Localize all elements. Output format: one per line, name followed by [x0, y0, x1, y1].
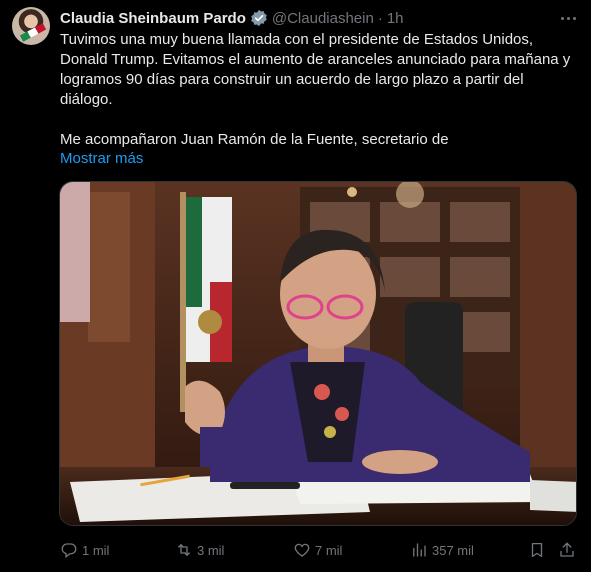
retweet-count: 3 mil	[197, 542, 225, 558]
more-options-button[interactable]	[557, 8, 579, 28]
share-icon	[560, 542, 574, 557]
like-button[interactable]: 7 mil	[293, 536, 342, 564]
heart-icon	[294, 543, 310, 557]
avatar[interactable]	[12, 7, 50, 45]
views-icon	[413, 543, 426, 557]
reply-count: 1 mil	[82, 542, 110, 558]
author-name[interactable]: Claudia Sheinbaum Pardo	[60, 10, 246, 27]
bookmark-button[interactable]	[528, 536, 550, 564]
timestamp[interactable]: 1h	[387, 10, 404, 27]
tweet[interactable]: Claudia Sheinbaum Pardo @Claudiashein · …	[0, 0, 591, 572]
reply-button[interactable]: 1 mil	[60, 536, 109, 564]
retweet-icon	[178, 544, 190, 556]
bookmark-icon	[531, 542, 543, 558]
tweet-header: Claudia Sheinbaum Pardo @Claudiashein · …	[60, 8, 404, 28]
tweet-photo[interactable]	[59, 181, 577, 526]
tweet-text: Tuvimos una muy buena llamada con el pre…	[60, 31, 571, 148]
photo-illustration	[60, 182, 576, 525]
show-more-link[interactable]: Mostrar más	[60, 149, 143, 169]
separator: ·	[377, 9, 383, 27]
retweet-button[interactable]: 3 mil	[175, 536, 224, 564]
share-button[interactable]	[558, 536, 580, 564]
like-count: 7 mil	[315, 542, 343, 558]
more-dots-icon	[560, 16, 564, 20]
views-button[interactable]: 357 mil	[410, 536, 474, 564]
reply-icon	[61, 543, 77, 559]
verified-badge-icon	[251, 9, 267, 27]
author-handle[interactable]: @Claudiashein	[272, 10, 374, 27]
views-count: 357 mil	[432, 542, 474, 558]
tweet-actions: 1 mil 3 mil 7 mil 357 mil	[60, 536, 580, 564]
